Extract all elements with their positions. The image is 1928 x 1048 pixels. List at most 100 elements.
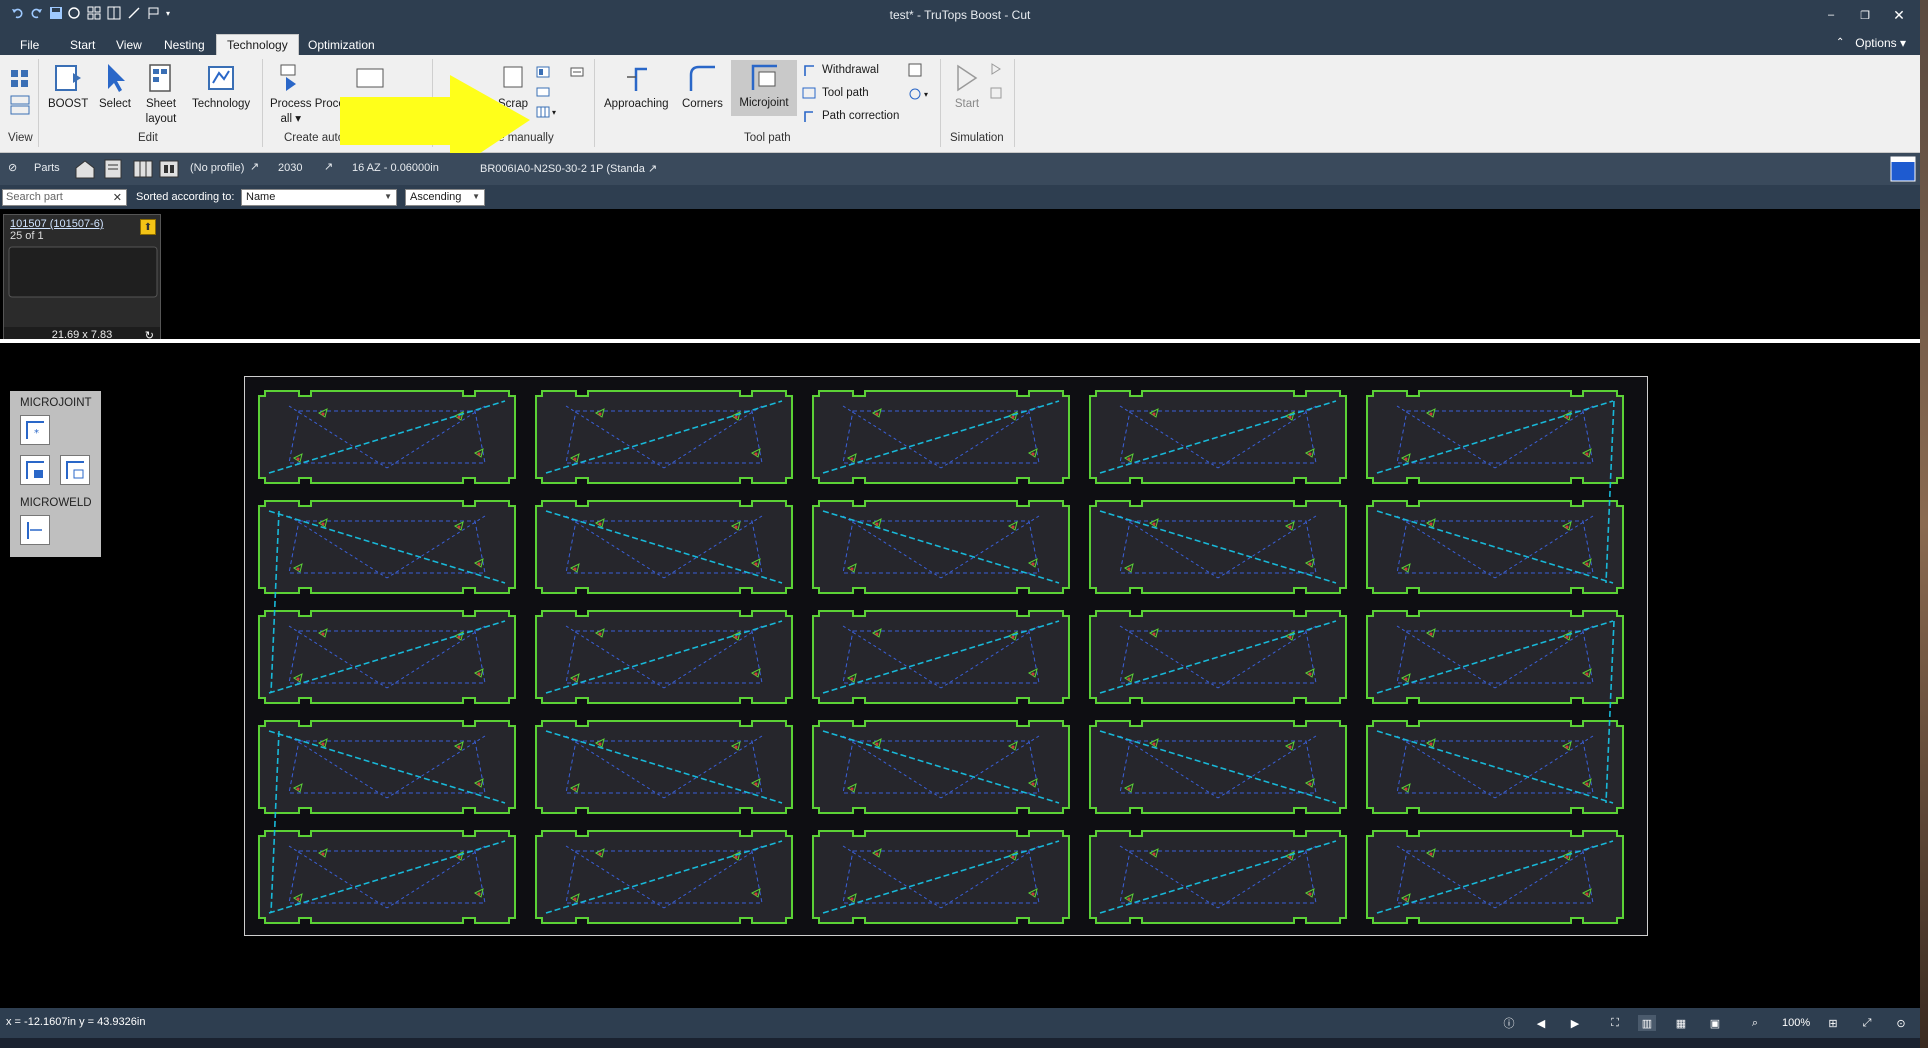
measure-tool-icon[interactable]: ⤢: [1858, 1015, 1876, 1031]
nested-part[interactable]: [258, 720, 516, 814]
cutting-order-button[interactable]: ▾: [908, 87, 928, 101]
collapse-panel-icon[interactable]: ⊘: [8, 161, 17, 174]
snap-icon[interactable]: ⊙: [1892, 1015, 1910, 1031]
select-button[interactable]: Select: [98, 61, 132, 112]
process-unprocessed-dropdown[interactable]: ▾: [418, 117, 422, 126]
sequence-button[interactable]: [908, 63, 928, 77]
nested-part[interactable]: [535, 720, 793, 814]
ribbon-separator: [594, 59, 595, 147]
nested-part[interactable]: [812, 720, 1070, 814]
nested-part[interactable]: [1366, 610, 1624, 704]
stop-button[interactable]: [990, 87, 1002, 99]
path-correction-button[interactable]: Path correction: [802, 109, 899, 123]
previous-icon[interactable]: ◀: [1532, 1015, 1550, 1031]
nested-part[interactable]: [1089, 390, 1347, 484]
cut-separation-button[interactable]: [536, 85, 556, 99]
nested-part[interactable]: [535, 610, 793, 704]
microjoint-button[interactable]: Microjoint: [731, 60, 797, 116]
document-icon[interactable]: [102, 158, 124, 183]
close-icon[interactable]: ✕: [1884, 4, 1914, 26]
microweld-button[interactable]: [20, 515, 50, 545]
nested-part[interactable]: [1089, 610, 1347, 704]
nested-part[interactable]: [1366, 720, 1624, 814]
tab-nesting[interactable]: Nesting: [154, 34, 215, 55]
tab-view[interactable]: View: [106, 34, 152, 55]
process-all-label-1: Process: [270, 98, 312, 110]
view-grid-button[interactable]: [10, 69, 30, 89]
process-unprocessed-parts-button[interactable]: Process unprocessed parts: [314, 61, 426, 127]
parts-label[interactable]: Parts: [34, 162, 60, 174]
nested-part[interactable]: [258, 830, 516, 924]
approaching-button[interactable]: Approaching: [604, 61, 669, 112]
simulation-start-button[interactable]: Start: [950, 61, 984, 112]
tab-start[interactable]: Start: [60, 34, 105, 55]
corners-button[interactable]: Corners: [682, 61, 723, 112]
next-icon[interactable]: ▶: [1566, 1015, 1584, 1031]
columns-icon[interactable]: [132, 158, 154, 183]
search-part-input[interactable]: Search part ✕: [2, 189, 127, 206]
canvas-area[interactable]: MICROJOINT * MICROWELD: [0, 343, 1920, 1008]
microjoint-auto-button[interactable]: *: [20, 415, 50, 445]
panel-toggle-icon[interactable]: [1890, 156, 1916, 185]
step-forward-button[interactable]: [990, 63, 1002, 75]
process-all-button[interactable]: Process all ▾: [270, 61, 312, 127]
sheet-view-icon[interactable]: ▣: [1706, 1015, 1724, 1031]
microjoint-lock-button[interactable]: [20, 455, 50, 485]
sheet-icon[interactable]: [74, 158, 96, 183]
collapse-ribbon-icon[interactable]: ⌃: [1836, 37, 1844, 48]
nested-part[interactable]: [258, 390, 516, 484]
sort-order-select[interactable]: Ascending ▼: [405, 189, 485, 206]
nested-part[interactable]: [1366, 830, 1624, 924]
nested-part[interactable]: [812, 390, 1070, 484]
open-profile-icon[interactable]: ↗: [250, 160, 259, 173]
nested-part[interactable]: [1089, 500, 1347, 594]
scrap-button[interactable]: Scrap: [496, 61, 530, 112]
microjoint-unlock-button[interactable]: [60, 455, 90, 485]
nested-part[interactable]: [258, 610, 516, 704]
grid-cut-button[interactable]: ▾: [536, 105, 556, 119]
clear-search-icon[interactable]: ✕: [113, 191, 122, 204]
nested-part[interactable]: [812, 500, 1070, 594]
nested-part[interactable]: [535, 390, 793, 484]
fit-view-icon[interactable]: ⛶: [1606, 1015, 1624, 1031]
grid-cut-icon: [536, 106, 550, 118]
nested-part[interactable]: [1366, 390, 1624, 484]
dialog-launcher-icon[interactable]: ⇲: [418, 133, 426, 144]
nested-part[interactable]: [1366, 500, 1624, 594]
options-menu[interactable]: Options ▾: [1855, 36, 1906, 50]
boost-button[interactable]: BOOST: [48, 61, 88, 112]
display-options-icon[interactable]: ⊞: [1824, 1015, 1842, 1031]
nested-part[interactable]: [1089, 720, 1347, 814]
part-card[interactable]: 101507 (101507-6) 25 of 1 ⬆ 21.69 x 7.83…: [3, 214, 161, 344]
lock-icon[interactable]: ⬆: [140, 219, 156, 235]
nested-part[interactable]: [1089, 830, 1347, 924]
sheet-layout-button[interactable]: Sheet layout: [144, 61, 178, 127]
minimize-icon[interactable]: –: [1816, 4, 1846, 26]
chart-view-icon[interactable]: ▥: [1638, 1015, 1656, 1031]
part-name[interactable]: 101507 (101507-6): [10, 218, 104, 230]
sort-field-select[interactable]: Name ▼: [241, 189, 397, 206]
info-icon[interactable]: ⓘ: [1500, 1015, 1518, 1031]
nested-part[interactable]: [535, 830, 793, 924]
zoom-level[interactable]: 100%: [1782, 1017, 1810, 1029]
tab-file[interactable]: File: [10, 34, 49, 55]
zoom-icon[interactable]: ⌕: [1746, 1015, 1764, 1031]
nested-part[interactable]: [535, 500, 793, 594]
title-bar: ▾ test* - TruTops Boost - Cut – ❐ ✕: [0, 0, 1920, 30]
nested-part[interactable]: [258, 500, 516, 594]
contour-button[interactable]: ntour: [456, 83, 490, 113]
tab-technology[interactable]: Technology: [216, 34, 299, 55]
open-material-icon[interactable]: ↗: [324, 160, 333, 173]
restore-icon[interactable]: ❐: [1850, 4, 1880, 26]
withdrawal-button[interactable]: Withdrawal: [802, 63, 879, 77]
nested-part[interactable]: [812, 610, 1070, 704]
tool-path-button[interactable]: Tool path: [802, 86, 869, 100]
technology-button[interactable]: Technology: [192, 61, 250, 112]
tab-optimization[interactable]: Optimization: [298, 34, 385, 55]
machine-icon[interactable]: [158, 158, 180, 183]
grid-view-icon[interactable]: ▦: [1672, 1015, 1690, 1031]
slug-destruction-button[interactable]: [536, 65, 556, 79]
nested-part[interactable]: [812, 830, 1070, 924]
quick-text-button[interactable]: [570, 65, 590, 79]
view-list-button[interactable]: [10, 95, 30, 115]
